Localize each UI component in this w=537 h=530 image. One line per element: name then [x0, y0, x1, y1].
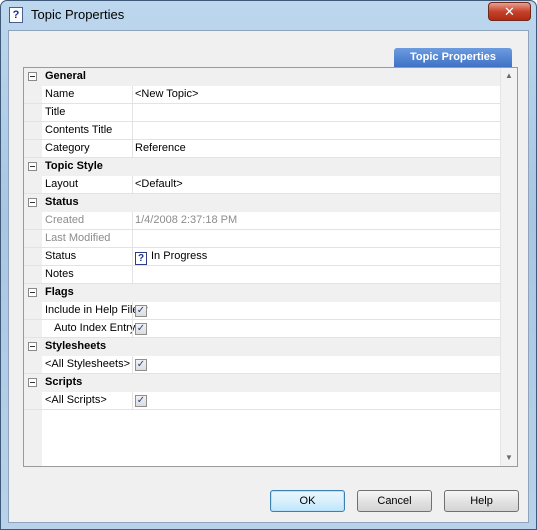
topic-properties-dialog: ? Topic Properties ✕ Topic Properties Ge… [0, 0, 537, 530]
help-status-icon: ? [135, 252, 147, 265]
category-stylesheets[interactable]: Stylesheets [24, 338, 500, 356]
property-label: Title [45, 106, 66, 118]
property-row-layout[interactable]: Layout <Default> [24, 176, 500, 194]
category-label: Stylesheets [45, 340, 107, 352]
all-stylesheets-checkbox[interactable]: ✓ [135, 359, 147, 371]
property-row-title[interactable]: Title [24, 104, 500, 122]
property-row-created: Created 1/4/2008 2:37:18 PM [24, 212, 500, 230]
column-divider[interactable] [132, 248, 133, 266]
property-row-all-scripts[interactable]: <All Scripts> ✓ [24, 392, 500, 410]
created-value: 1/4/2008 2:37:18 PM [135, 214, 238, 226]
category-general[interactable]: General [24, 68, 500, 86]
property-label: Notes [45, 268, 74, 280]
collapse-icon[interactable] [28, 162, 37, 171]
tab-topic-properties[interactable]: Topic Properties [394, 48, 512, 67]
category-label: Topic Style [45, 160, 103, 172]
column-divider[interactable] [132, 212, 133, 230]
property-row-auto-index[interactable]: Auto Index Entry ? ✓ [24, 320, 500, 338]
property-label: Last Modified [45, 232, 111, 244]
help-button[interactable]: Help [444, 490, 519, 512]
column-divider[interactable] [132, 320, 133, 338]
property-label: <All Stylesheets> [45, 358, 130, 370]
category-status[interactable]: Status [24, 194, 500, 212]
collapse-icon[interactable] [28, 198, 37, 207]
auto-index-checkbox[interactable]: ✓ [135, 323, 147, 335]
category-topic-style[interactable]: Topic Style [24, 158, 500, 176]
column-divider[interactable] [132, 122, 133, 140]
column-divider[interactable] [132, 140, 133, 158]
category-value[interactable]: Reference [135, 142, 186, 154]
cancel-button[interactable]: Cancel [357, 490, 432, 512]
property-row-category[interactable]: Category Reference [24, 140, 500, 158]
window-title: Topic Properties [31, 7, 125, 22]
column-divider[interactable] [132, 104, 133, 122]
column-divider[interactable] [132, 392, 133, 410]
property-row-notes[interactable]: Notes [24, 266, 500, 284]
property-label: Category [45, 142, 90, 154]
category-label: Status [45, 196, 79, 208]
property-label: <All Scripts> [45, 394, 107, 406]
property-row-last-modified: Last Modified [24, 230, 500, 248]
property-label: Status [45, 250, 77, 262]
property-label: Layout [45, 178, 79, 190]
name-value[interactable]: <New Topic> [135, 88, 198, 100]
dialog-body: Topic Properties General Name <New Topic… [8, 30, 529, 523]
status-text: In Progress [151, 250, 208, 262]
column-divider[interactable] [132, 230, 133, 248]
column-divider[interactable] [132, 266, 133, 284]
property-grid-panel: General Name <New Topic> Title Contents … [23, 67, 518, 467]
property-label: Created [45, 214, 85, 226]
title-bar[interactable]: ? Topic Properties ✕ [1, 1, 536, 29]
help-topic-icon: ? [9, 7, 23, 23]
column-divider[interactable] [132, 356, 133, 374]
ok-button[interactable]: OK [270, 490, 345, 512]
category-label: General [45, 70, 86, 82]
category-label: Flags [45, 286, 74, 298]
category-flags[interactable]: Flags [24, 284, 500, 302]
collapse-icon[interactable] [28, 378, 37, 387]
collapse-icon[interactable] [28, 342, 37, 351]
scroll-down-icon[interactable]: ▼ [501, 450, 517, 466]
property-row-contents-title[interactable]: Contents Title [24, 122, 500, 140]
property-label: Include in Help File ? [45, 304, 148, 316]
property-row-name[interactable]: Name <New Topic> [24, 86, 500, 104]
category-label: Scripts [45, 376, 83, 388]
column-divider[interactable] [132, 302, 133, 320]
layout-value[interactable]: <Default> [135, 178, 183, 190]
column-divider[interactable] [132, 176, 133, 194]
property-grid: General Name <New Topic> Title Contents … [24, 68, 500, 466]
collapse-icon[interactable] [28, 72, 37, 81]
vertical-scrollbar[interactable]: ▲ ▼ [500, 68, 517, 466]
property-row-all-stylesheets[interactable]: <All Stylesheets> ✓ [24, 356, 500, 374]
include-in-help-checkbox[interactable]: ✓ [135, 305, 147, 317]
close-button[interactable]: ✕ [488, 2, 531, 21]
column-divider[interactable] [132, 86, 133, 104]
property-row-include-in-help[interactable]: Include in Help File ? ✓ [24, 302, 500, 320]
all-scripts-checkbox[interactable]: ✓ [135, 395, 147, 407]
collapse-icon[interactable] [28, 288, 37, 297]
property-label: Name [45, 88, 75, 100]
status-value[interactable]: ? In Progress [135, 250, 207, 265]
scroll-up-icon[interactable]: ▲ [501, 68, 517, 84]
property-row-status[interactable]: Status ? In Progress [24, 248, 500, 266]
property-label: Contents Title [45, 124, 113, 136]
category-scripts[interactable]: Scripts [24, 374, 500, 392]
